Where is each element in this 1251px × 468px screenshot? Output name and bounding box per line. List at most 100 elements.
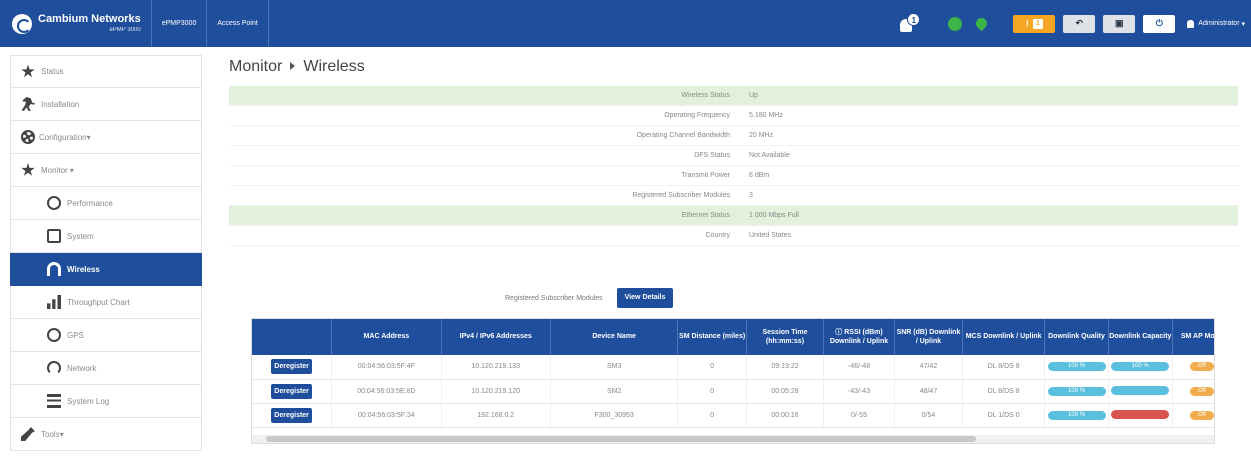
- sidebar-item-label: Wireless: [67, 264, 100, 274]
- info-row: Wireless Status Up: [229, 86, 1238, 106]
- sidebar-item-network[interactable]: Network: [10, 352, 202, 385]
- column-header-quality[interactable]: Downlink Quality: [1044, 319, 1109, 355]
- info-value: 5.180 MHz: [749, 112, 783, 119]
- cell-mcs: DL 8/DS 8: [962, 355, 1046, 380]
- globe-status-icon[interactable]: [948, 16, 963, 31]
- info-key: Country: [705, 232, 730, 239]
- sidebar-item-status[interactable]: Status: [10, 55, 202, 88]
- save-icon: ▣: [1115, 18, 1124, 28]
- registered-sm-table: MAC Address IPv4 / IPv6 Addresses Device…: [251, 318, 1215, 444]
- cell-mcs: DL 1/DS 0: [962, 403, 1046, 428]
- mode-badge: Off: [1189, 362, 1214, 372]
- alarm-bell-button[interactable]: 1: [898, 12, 921, 35]
- cell-mac: 00:04:56:03:5F:34: [331, 403, 442, 428]
- view-details-button[interactable]: View Details: [616, 288, 674, 308]
- info-row: Operating Channel Bandwidth 20 MHz: [229, 126, 1238, 146]
- sidebar-item-installation[interactable]: Installation: [10, 88, 202, 121]
- sidebar-item-label: Installation: [41, 99, 80, 109]
- sidebar-item-tools[interactable]: Tools ▾: [10, 418, 202, 451]
- sidebar-item-system[interactable]: System: [10, 220, 202, 253]
- sidebar-item-configuration[interactable]: Configuration ▾: [10, 121, 202, 154]
- brand[interactable]: Cambium Networks ePMP 3000: [0, 0, 152, 47]
- user-icon: [1187, 19, 1195, 28]
- cell-capacity: [1108, 403, 1173, 428]
- info-row: Ethernet Status 1 000 Mbps Full: [229, 206, 1238, 226]
- deregister-button[interactable]: Deregister: [271, 407, 312, 423]
- reboot-button[interactable]: ⏻: [1143, 14, 1176, 33]
- sidebar-item-label: System: [67, 231, 94, 241]
- horizontal-scrollbar[interactable]: [252, 435, 1214, 443]
- user-name: Administrator: [1198, 20, 1240, 27]
- sidebar-item-wireless[interactable]: Wireless: [10, 253, 202, 286]
- cell-session-time: 00:05:28: [746, 379, 825, 404]
- sidebar-item-gps[interactable]: GPS: [10, 319, 202, 352]
- cell-device-name: SM3: [550, 355, 679, 380]
- wrench-icon: [21, 427, 35, 441]
- table-row: Deregister 00:04:56:03:5F:34 192.168.0.2…: [252, 403, 1214, 428]
- column-header-distance[interactable]: SM Distance (miles): [677, 319, 747, 355]
- column-header-mcs[interactable]: MCS Downlink / Uplink: [962, 319, 1046, 355]
- log-icon: [47, 394, 61, 408]
- action-cell: Deregister: [252, 379, 333, 404]
- scrollbar-thumb[interactable]: [266, 436, 976, 442]
- cell-ip[interactable]: 192.168.0.2: [441, 403, 551, 428]
- sidebar-item-label: Configuration: [39, 132, 87, 142]
- cell-distance: 0: [677, 355, 747, 380]
- quality-badge: 100 %: [1047, 410, 1106, 420]
- cell-snr: 47/42: [894, 355, 964, 380]
- cell-snr: 48/47: [894, 379, 964, 404]
- power-icon: ⏻: [1155, 18, 1163, 28]
- deregister-button[interactable]: Deregister: [271, 359, 312, 375]
- quality-badge: 100 %: [1047, 362, 1106, 372]
- page-title-page: Wireless: [303, 58, 365, 75]
- cell-ip[interactable]: 10.120.219.120: [441, 379, 551, 404]
- sidebar-item-label: GPS: [67, 330, 84, 340]
- info-row: Registered Subscriber Modules 3: [229, 186, 1238, 206]
- info-row: Transmit Power 8 dBm: [229, 166, 1238, 186]
- info-key: Ethernet Status: [681, 212, 730, 219]
- bar-chart-icon: [47, 295, 61, 309]
- chevron-down-icon: ▾: [59, 429, 64, 439]
- cell-rssi: 0/-55: [823, 403, 895, 428]
- action-cell: Deregister: [252, 355, 333, 380]
- pending-changes-button[interactable]: ! 1: [1013, 14, 1056, 33]
- column-header-capacity[interactable]: Downlink Capacity: [1108, 319, 1173, 355]
- cell-quality: 100 %: [1044, 403, 1109, 428]
- info-icon: ⓘ: [835, 328, 845, 336]
- sidebar-item-label: Performance: [67, 198, 113, 208]
- page-title: Monitor Wireless: [229, 58, 365, 76]
- brand-name: Cambium Networks: [38, 13, 141, 25]
- sidebar-item-throughput-chart[interactable]: Throughput Chart: [10, 286, 202, 319]
- capacity-badge: [1111, 409, 1170, 419]
- sidebar-item-performance[interactable]: Performance: [10, 187, 202, 220]
- gauge-icon: [47, 196, 61, 210]
- globe-icon: [47, 328, 61, 342]
- column-header-mac[interactable]: MAC Address: [331, 319, 442, 355]
- mode-badge: Off: [1189, 410, 1214, 420]
- sidebar-item-monitor[interactable]: Monitor ▾: [10, 154, 202, 187]
- chevron-down-icon: ▾: [86, 132, 91, 142]
- gps-pin-icon[interactable]: [974, 15, 990, 32]
- info-key: Wireless Status: [681, 92, 730, 99]
- user-menu[interactable]: Administrator ▾: [1187, 19, 1245, 28]
- column-header-ip[interactable]: IPv4 / IPv6 Addresses: [441, 319, 551, 355]
- info-value: Not Available: [749, 152, 790, 159]
- save-button[interactable]: ▣: [1103, 14, 1136, 33]
- cell-mac: 00:04:56:03:5E:8D: [331, 379, 442, 404]
- column-header: [252, 319, 333, 355]
- column-header-rssi[interactable]: ⓘ RSSI (dBm) Downlink / Uplink: [823, 319, 895, 355]
- cell-distance: 0: [677, 403, 747, 428]
- deregister-button[interactable]: Deregister: [271, 383, 312, 399]
- column-header-device-name[interactable]: Device Name: [550, 319, 679, 355]
- cell-ip[interactable]: 10.120.219.133: [441, 355, 551, 380]
- column-header-session-time[interactable]: Session Time (hh:mm:ss): [746, 319, 825, 355]
- wireless-status-panel: Wireless Status Up Operating Frequency 5.1…: [229, 86, 1238, 246]
- sidebar-item-system-log[interactable]: System Log: [10, 385, 202, 418]
- info-value: United States: [749, 232, 792, 239]
- column-header-sm-ap-mode[interactable]: SM AP Mode: [1172, 319, 1214, 355]
- device-mode: Access Point: [207, 0, 269, 47]
- cell-device-name: SM2: [550, 379, 679, 404]
- cell-capacity: [1108, 379, 1173, 404]
- undo-button[interactable]: ↶: [1063, 14, 1096, 33]
- column-header-snr[interactable]: SNR (dB) Downlink / Uplink: [894, 319, 964, 355]
